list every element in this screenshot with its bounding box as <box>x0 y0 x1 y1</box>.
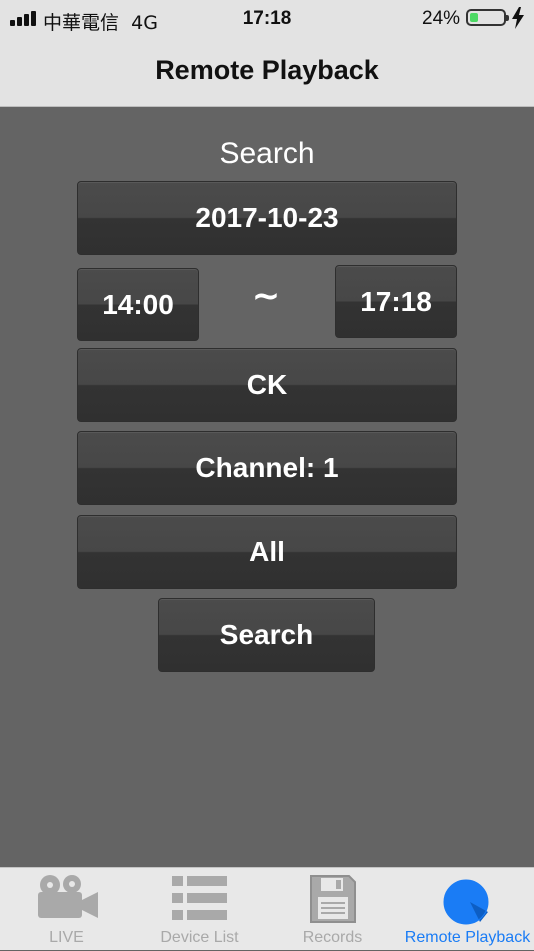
tab-live-label: LIVE <box>49 929 84 946</box>
status-bar: 中華電信 4G 17:18 24% <box>0 0 534 38</box>
battery-icon <box>466 9 509 26</box>
tab-live[interactable]: LIVE <box>0 868 133 951</box>
end-time-button[interactable]: 17:18 <box>335 265 457 338</box>
video-camera-icon <box>37 875 98 918</box>
page-title: Remote Playback <box>155 55 379 85</box>
navigation-bar: Remote Playback <box>0 38 534 107</box>
battery-percent: 24% <box>422 8 461 29</box>
date-picker-button[interactable]: 2017-10-23 <box>77 181 457 255</box>
tab-bar: LIVE Device List Records Remote Playback <box>0 867 534 950</box>
tab-records[interactable]: Records <box>266 868 399 951</box>
start-time-button[interactable]: 14:00 <box>77 268 199 341</box>
playback-icon <box>443 879 488 925</box>
tab-device-list[interactable]: Device List <box>133 868 266 951</box>
tab-device-list-label: Device List <box>160 929 239 946</box>
record-type-button[interactable]: All <box>77 515 457 589</box>
search-section-title: Search <box>219 137 315 170</box>
list-icon <box>171 876 227 920</box>
floppy-disk-icon <box>309 875 356 923</box>
channel-select-button[interactable]: Channel: 1 <box>77 431 457 505</box>
tab-remote-playback-label: Remote Playback <box>404 929 531 946</box>
device-select-button[interactable]: CK <box>77 348 457 422</box>
tab-remote-playback[interactable]: Remote Playback <box>401 868 534 951</box>
search-button[interactable]: Search <box>158 598 375 672</box>
battery-level <box>470 13 478 22</box>
time-range-separator: ~ <box>251 276 281 316</box>
tab-records-label: Records <box>302 929 363 946</box>
charging-bolt-icon <box>512 7 524 29</box>
